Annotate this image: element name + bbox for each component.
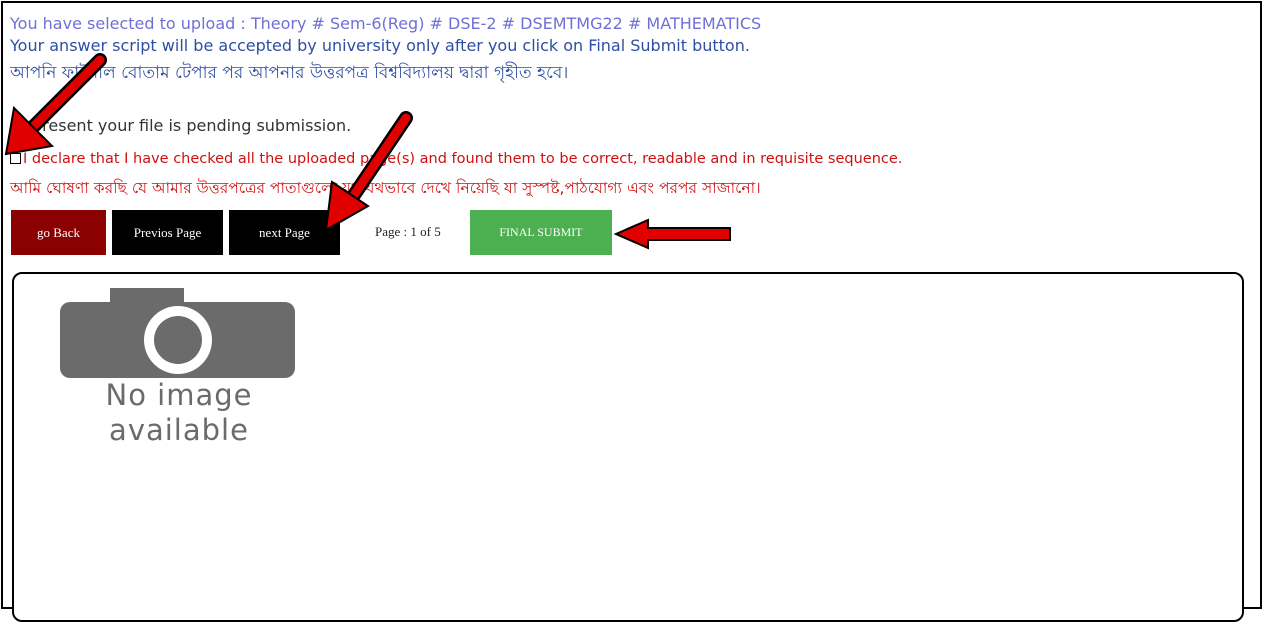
red-arrow-annotation-checkbox xyxy=(4,53,107,156)
go-back-button[interactable]: go Back xyxy=(11,210,106,255)
final-submit-button[interactable]: FINAL SUBMIT xyxy=(470,210,612,255)
no-image-line2: available xyxy=(109,413,249,447)
upload-selection-text: You have selected to upload : Theory # S… xyxy=(10,14,762,33)
no-image-placeholder: No image available xyxy=(40,378,318,448)
previous-page-button[interactable]: Previos Page xyxy=(112,210,223,255)
no-image-line1: No image xyxy=(105,378,253,412)
declaration-text: I declare that I have checked all the up… xyxy=(23,151,903,167)
declaration-row: I declare that I have checked all the up… xyxy=(10,151,902,167)
red-arrow-annotation-final-submit xyxy=(614,218,731,250)
accept-notice-text: Your answer script will be accepted by u… xyxy=(10,36,750,55)
red-arrow-annotation-next-page xyxy=(324,111,413,232)
